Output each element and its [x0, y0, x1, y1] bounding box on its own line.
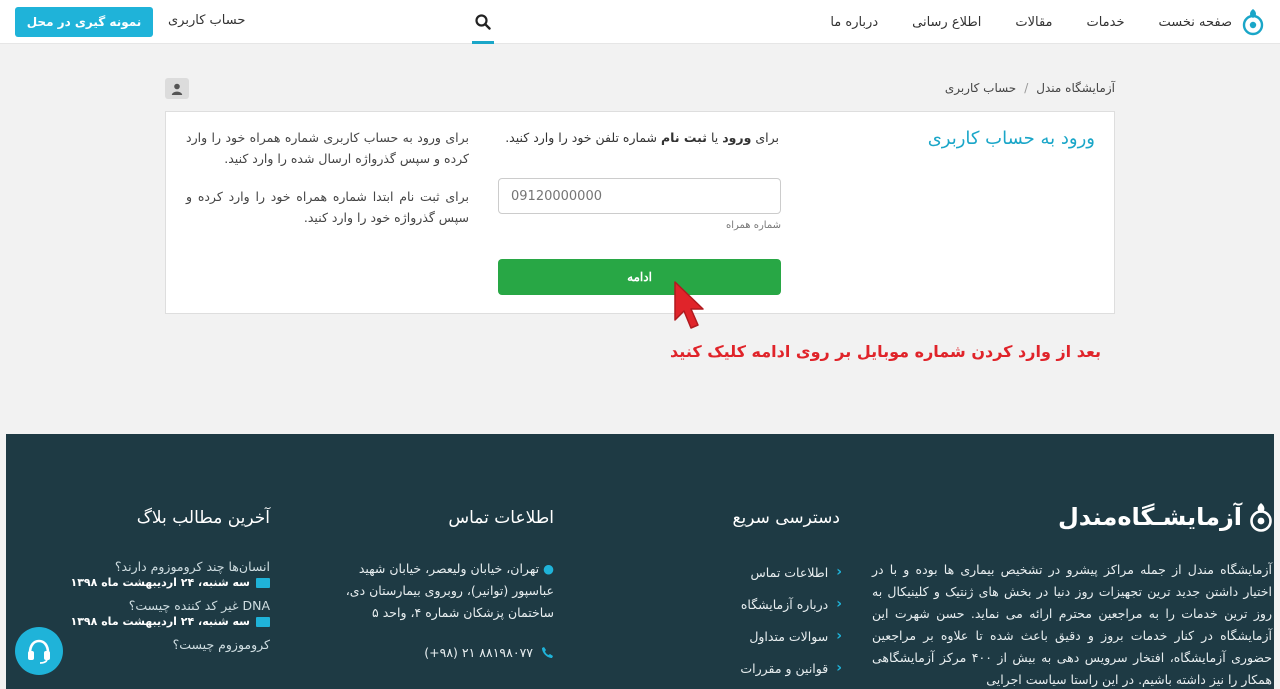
top-navbar: صفحه نخست خدمات مقالات اطلاع رسانی دربار… [0, 0, 1280, 44]
instruction-suffix: شماره تلفن خود را وارد کنید. [505, 130, 658, 145]
calendar-icon [256, 577, 270, 588]
instruction-or: یا [710, 130, 719, 145]
blog-date-text: سه شنبه، ۲۴ اردیبهشت ماه ۱۳۹۸ [70, 576, 251, 589]
blog-date-text: سه شنبه، ۲۴ اردیبهشت ماه ۱۳۹۸ [70, 615, 251, 628]
instruction-annotation: بعد از وارد کردن شماره موبایل بر روی ادا… [670, 342, 1101, 361]
login-help-text: برای ورود به حساب کاربری شماره همراه خود… [186, 130, 469, 166]
quick-link-contact[interactable]: ‹ اطلاعات تماس [740, 556, 842, 588]
nav-announcements[interactable]: اطلاع رسانی [912, 15, 981, 30]
nav-home[interactable]: صفحه نخست [1159, 15, 1232, 30]
chevron-left-icon: ‹ [836, 660, 842, 676]
breadcrumb-home[interactable]: آزمایشگاه مندل [1036, 81, 1115, 95]
phone-input[interactable] [498, 178, 781, 214]
footer-logo: آزمایشـگاه‌مندل [1058, 500, 1274, 534]
address-text: تهران، خیابان ولیعصر، خیابان شهید عباسپو… [345, 561, 554, 620]
main-content: آزمایشگاه مندل / حساب کاربری ورود به حساب … [6, 45, 1274, 434]
calendar-icon [256, 616, 270, 627]
login-card: ورود به حساب کاربری برای ورود یا ثبت نام… [165, 111, 1115, 314]
blog-post-title[interactable]: کروموزوم چیست؟ [71, 637, 270, 652]
main-menu: صفحه نخست خدمات مقالات اطلاع رسانی دربار… [796, 0, 1232, 44]
blog-post[interactable]: انسان‌ها چند کروموزوم دارند؟ سه شنبه، ۲۴… [70, 559, 270, 589]
blog-post-date: سه شنبه، ۲۴ اردیبهشت ماه ۱۳۹۸ [70, 576, 270, 589]
blog-post-title[interactable]: DNA غیر کد کننده چیست؟ [71, 598, 270, 613]
blog-heading: آخرین مطالب بلاگ [136, 508, 270, 528]
footer: آزمایشـگاه‌مندل آزمایشگاه مندل از جمله م… [6, 434, 1274, 689]
support-chat-button[interactable] [15, 627, 63, 675]
quick-link-label: درباره آزمایشگاه [740, 596, 829, 612]
footer-logo-text: آزمایشـگاه‌مندل [1057, 503, 1242, 531]
chevron-left-icon: ‹ [836, 628, 842, 644]
contact-heading: اطلاعات تماس [448, 508, 554, 528]
contact-address: ●تهران، خیابان ولیعصر، خیابان شهید عباسپ… [334, 558, 554, 624]
blog-posts-list: انسان‌ها چند کروموزوم دارند؟ سه شنبه، ۲۴… [70, 559, 270, 661]
mendel-logo-icon[interactable] [1240, 7, 1266, 37]
quick-link-faq[interactable]: ‹ سوالات متداول [740, 620, 842, 652]
phone-number[interactable]: (+۹۸) ۲۱ ۸۸۱۹۸۰۷۷ [424, 645, 533, 660]
user-icon [171, 83, 183, 95]
nav-services[interactable]: خدمات [1086, 15, 1124, 30]
instruction-register: ثبت نام [661, 130, 707, 145]
login-instruction: برای ورود یا ثبت نام شماره تلفن خود را و… [505, 130, 779, 145]
contact-phone: (+۹۸) ۲۱ ۸۸۱۹۸۰۷۷ [424, 645, 554, 660]
continue-button[interactable]: ادامه [498, 259, 781, 295]
quick-access-heading: دسترسی سریع [732, 508, 840, 528]
quick-links-list: ‹ اطلاعات تماس ‹ درباره آزمایشگاه ‹ سوالات … [740, 556, 842, 684]
quick-link-label: اطلاعات تماس [750, 564, 829, 580]
quick-link-about-lab[interactable]: ‹ درباره آزمایشگاه [740, 588, 842, 620]
blog-post-date: سه شنبه، ۲۴ اردیبهشت ماه ۱۳۹۸ [70, 615, 270, 628]
breadcrumb: آزمایشگاه مندل / حساب کاربری [945, 81, 1115, 95]
blog-post-title[interactable]: انسان‌ها چند کروموزوم دارند؟ [71, 559, 270, 574]
nav-articles[interactable]: مقالات [1015, 15, 1052, 30]
footer-about-text: آزمایشگاه مندل از جمله مراکز پیشرو در تش… [872, 562, 1272, 687]
quick-link-terms[interactable]: ‹ قوانین و مقررات [740, 652, 842, 684]
pointer-cursor-icon [674, 281, 704, 329]
chevron-left-icon: ‹ [836, 596, 842, 612]
breadcrumb-separator: / [1024, 81, 1029, 95]
blog-post[interactable]: DNA غیر کد کننده چیست؟ سه شنبه، ۲۴ اردیب… [70, 598, 270, 628]
blog-post[interactable]: کروموزوم چیست؟ [71, 637, 270, 652]
quick-link-label: سوالات متداول [749, 628, 829, 644]
register-help-text: برای ثبت نام ابتدا شماره همراه خود را وا… [186, 189, 469, 225]
search-button[interactable] [470, 0, 496, 44]
phone-label: شماره همراه [725, 220, 781, 231]
instruction-prefix: برای [755, 130, 779, 145]
login-title: ورود به حساب کاربری [927, 128, 1095, 149]
instruction-login: ورود [722, 130, 752, 145]
breadcrumb-current: حساب کاربری [944, 81, 1017, 95]
user-button[interactable] [165, 78, 189, 99]
chevron-left-icon: ‹ [836, 564, 842, 580]
headset-icon [28, 639, 50, 664]
map-pin-icon: ● [543, 561, 554, 576]
home-sampling-button[interactable]: نمونه گیری در محل [15, 7, 153, 37]
account-link[interactable]: حساب کاربری [168, 13, 245, 28]
mendel-logo-icon [1250, 503, 1272, 532]
quick-link-label: قوانین و مقررات [740, 660, 829, 676]
phone-icon [542, 647, 553, 658]
nav-about[interactable]: درباره ما [830, 15, 878, 30]
search-icon [475, 14, 491, 30]
